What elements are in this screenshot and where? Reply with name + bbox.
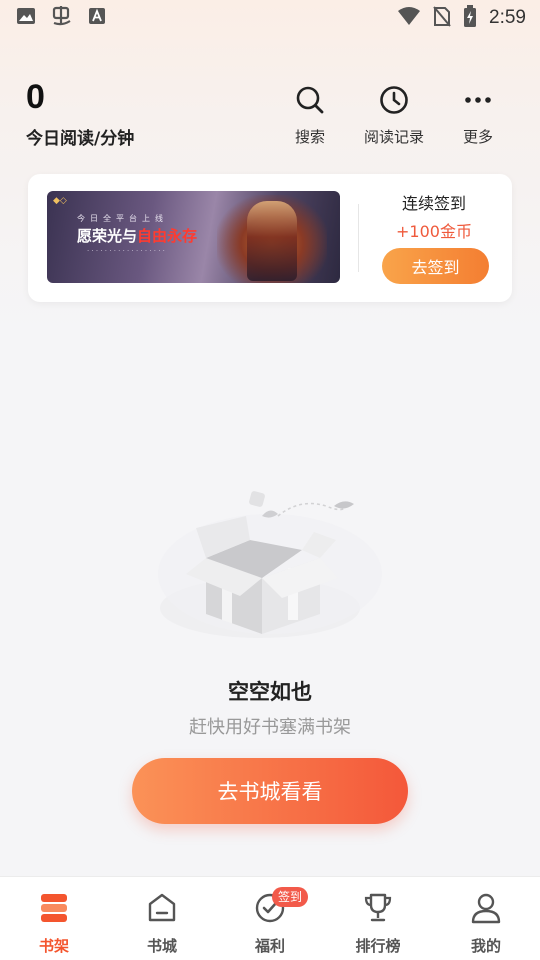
banner-title: 愿荣光与自由永存: [77, 225, 197, 246]
bookstore-icon: [145, 891, 179, 929]
empty-title: 空空如也: [228, 680, 312, 704]
tab-profile-label: 我的: [470, 937, 501, 955]
bookshelf-icon: [37, 891, 71, 929]
bug-icon: [50, 4, 74, 33]
tab-profile[interactable]: 我的: [432, 877, 540, 960]
trophy-icon: [361, 891, 395, 929]
banner-figure: [247, 201, 297, 281]
tab-bookshelf[interactable]: 书架: [0, 877, 108, 960]
signin-title: 连续签到: [401, 194, 466, 213]
signin-card: ◆◇ 今日全平台上线 愿荣光与自由永存 · · · · · · · · · · …: [28, 174, 512, 302]
tab-bookstore[interactable]: 书城: [108, 877, 216, 960]
tab-bookshelf-label: 书架: [38, 937, 69, 955]
empty-box-illustration: [150, 488, 390, 648]
tab-ranking-label: 排行榜: [355, 937, 401, 955]
font-icon: [88, 7, 106, 29]
more-button[interactable]: 更多: [436, 84, 520, 147]
status-bar: 2:59: [0, 0, 540, 36]
tab-welfare[interactable]: 签到 福利: [216, 877, 324, 960]
empty-subtitle: 赶快用好书塞满书架: [189, 717, 351, 738]
banner-fine-print: · · · · · · · · · · · · · · · · · ·: [87, 247, 165, 255]
profile-icon: [469, 891, 503, 929]
goto-store-button[interactable]: 去书城看看: [132, 758, 408, 824]
banner-logo: ◆◇: [53, 195, 67, 205]
signin-badge: 签到: [272, 887, 309, 907]
reading-minutes-value: 0: [26, 78, 45, 116]
search-icon: [294, 84, 326, 120]
battery-charging-icon: [463, 5, 477, 31]
card-divider: [358, 204, 359, 272]
reading-minutes-label: 今日阅读/分钟: [26, 129, 135, 149]
reading-history-label: 阅读记录: [363, 128, 424, 146]
bottom-nav: 书架 书城 签到 福利 排行榜 我的: [0, 876, 540, 960]
tab-welfare-label: 福利: [254, 937, 285, 955]
promo-banner[interactable]: ◆◇ 今日全平台上线 愿荣光与自由永存 · · · · · · · · · · …: [47, 191, 340, 283]
reading-history-button[interactable]: 阅读记录: [352, 84, 436, 147]
header-actions: 搜索 阅读记录 更多: [268, 84, 520, 147]
image-icon: [16, 6, 36, 30]
more-label: 更多: [462, 128, 493, 146]
banner-title-main: 愿荣光与: [77, 227, 138, 245]
tab-bookstore-label: 书城: [146, 937, 177, 955]
search-label: 搜索: [294, 128, 325, 146]
banner-top-text: 今日全平台上线: [77, 214, 168, 223]
wifi-icon: [397, 6, 421, 30]
status-time: 2:59: [489, 7, 526, 28]
no-sim-icon: [433, 5, 451, 31]
clock-icon: [378, 84, 410, 120]
signin-button[interactable]: 去签到: [382, 248, 489, 284]
tab-ranking[interactable]: 排行榜: [324, 877, 432, 960]
search-button[interactable]: 搜索: [268, 84, 352, 147]
signin-reward: +100金币: [396, 222, 472, 241]
more-icon: [462, 84, 494, 120]
banner-title-highlight: 自由永存: [137, 227, 198, 245]
